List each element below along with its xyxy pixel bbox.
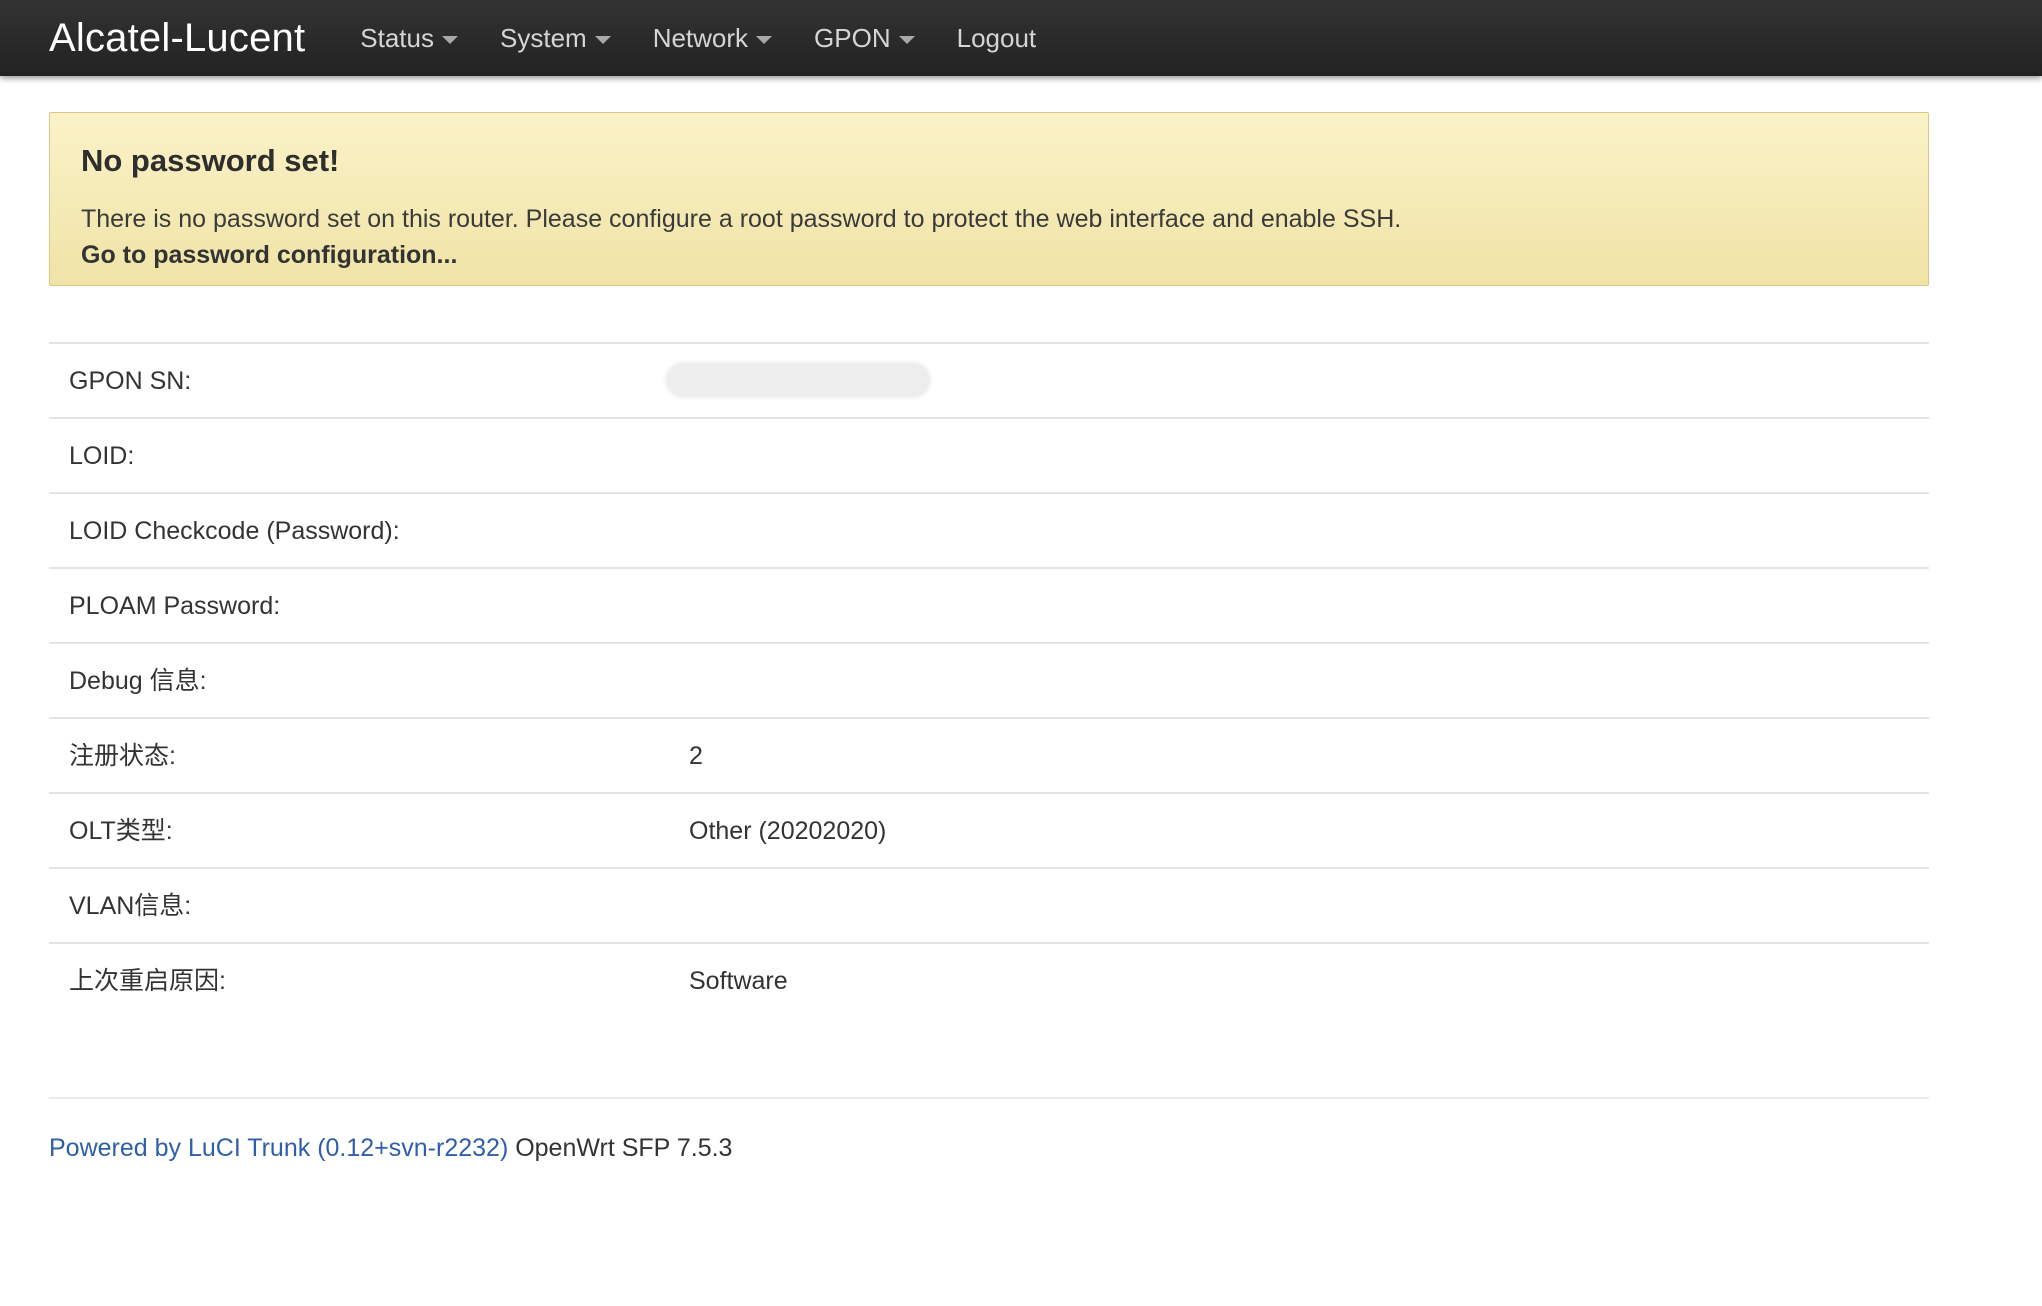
- firmware-version: OpenWrt SFP 7.5.3: [508, 1134, 733, 1162]
- nav-gpon-label: GPON: [814, 22, 891, 53]
- olt-type-label: OLT类型:: [69, 817, 173, 845]
- footer-divider: [49, 1097, 1929, 1099]
- nav-system-label: System: [500, 22, 587, 53]
- chevron-down-icon: [594, 35, 611, 44]
- brand-logo[interactable]: Alcatel-Lucent: [49, 16, 305, 61]
- registration-status-label: 注册状态:: [69, 742, 176, 770]
- nav-logout[interactable]: Logout: [936, 0, 1058, 76]
- nav-network-label: Network: [652, 22, 749, 53]
- table-row: GPON SN:: [49, 342, 1929, 417]
- table-row: LOID:: [49, 417, 1929, 492]
- vlan-info-label: VLAN信息:: [69, 892, 192, 920]
- nav-system[interactable]: System: [479, 0, 632, 76]
- luci-link[interactable]: Powered by LuCI Trunk (0.12+svn-r2232): [49, 1134, 508, 1162]
- table-row: 上次重启原因: Software: [49, 942, 1929, 1017]
- ploam-password-label: PLOAM Password:: [69, 592, 281, 620]
- nav-status[interactable]: Status: [339, 0, 479, 76]
- password-config-link[interactable]: Go to password configuration...: [81, 241, 457, 270]
- gpon-sn-label: GPON SN:: [69, 367, 192, 395]
- table-row: 注册状态: 2: [49, 717, 1929, 792]
- last-reboot-reason-value: Software: [689, 967, 788, 995]
- nav-status-label: Status: [360, 22, 434, 53]
- nav-gpon[interactable]: GPON: [793, 0, 936, 76]
- nav-network[interactable]: Network: [632, 0, 793, 76]
- top-navbar: Alcatel-Lucent Status System Network GPO…: [0, 0, 2042, 76]
- gpon-info-table: GPON SN: LOID: LOID Checkcode (Password)…: [49, 342, 1929, 1017]
- olt-type-value: Other (20202020): [689, 817, 887, 845]
- table-row: VLAN信息:: [49, 867, 1929, 942]
- alert-title: No password set!: [81, 143, 340, 178]
- table-row: OLT类型: Other (20202020): [49, 792, 1929, 867]
- registration-status-value: 2: [689, 742, 703, 770]
- nav-logout-label: Logout: [956, 22, 1037, 53]
- chevron-down-icon: [898, 35, 915, 44]
- table-row: PLOAM Password:: [49, 567, 1929, 642]
- loid-checkcode-label: LOID Checkcode (Password):: [69, 517, 400, 545]
- redacted-value: [665, 362, 931, 398]
- alert-message: There is no password set on this router.…: [81, 205, 1402, 233]
- loid-label: LOID:: [69, 442, 135, 470]
- last-reboot-reason-label: 上次重启原因:: [69, 967, 226, 995]
- table-row: LOID Checkcode (Password):: [49, 492, 1929, 567]
- chevron-down-icon: [756, 35, 773, 44]
- table-row: Debug 信息:: [49, 642, 1929, 717]
- footer: Powered by LuCI Trunk (0.12+svn-r2232) O…: [49, 1134, 732, 1163]
- main-nav: Status System Network GPON Logout: [339, 0, 1057, 76]
- chevron-down-icon: [442, 35, 458, 44]
- debug-info-label: Debug 信息:: [69, 667, 207, 695]
- no-password-alert: No password set! There is no password se…: [49, 112, 1929, 286]
